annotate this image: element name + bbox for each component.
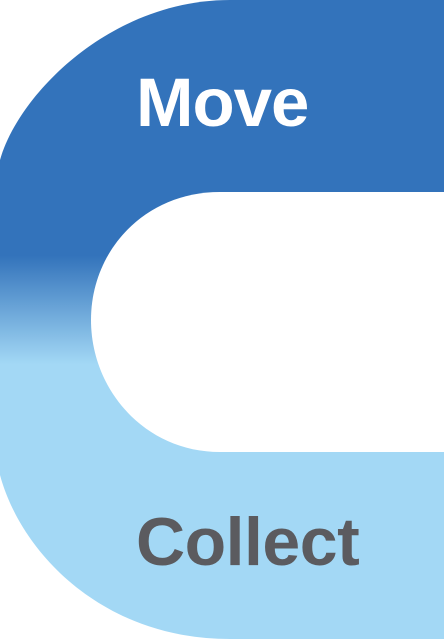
diagram-canvas: Move Collect [0, 0, 444, 639]
bottom-label-collect: Collect [136, 504, 360, 580]
top-label-move: Move [136, 64, 309, 141]
inner-cutout [91, 192, 444, 452]
